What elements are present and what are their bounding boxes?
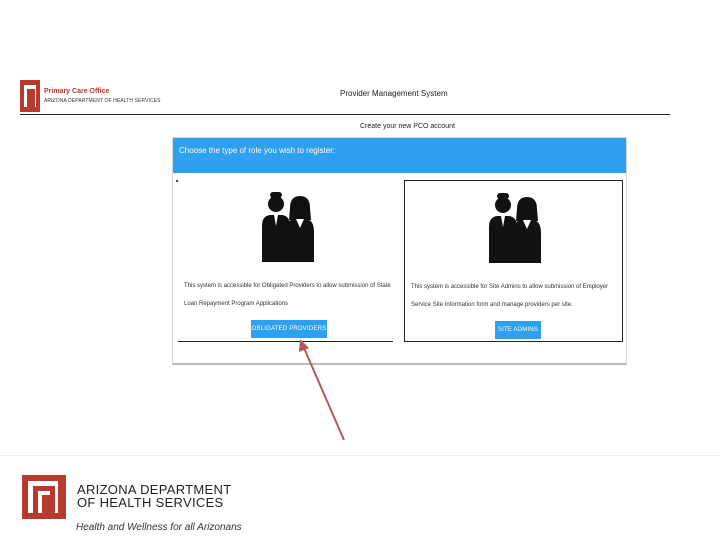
people-icon: [485, 187, 543, 263]
obligated-providers-button[interactable]: OBLIGATED PROVIDERS: [251, 320, 327, 338]
adhs-tagline: Health and Wellness for all Arizonans: [76, 522, 242, 533]
pco-logo: Primary Care Office ARIZONA DEPARTMENT O…: [20, 80, 161, 112]
card-description: This system is accessible for Site Admin…: [411, 284, 609, 308]
pco-logo-title: Primary Care Office: [44, 88, 110, 95]
adhs-logo-icon: [22, 475, 68, 521]
header-divider: [20, 114, 670, 115]
adhs-logo-text: ARIZONA DEPARTMENT OF HEALTH SERVICES: [77, 482, 232, 510]
people-icon: [258, 186, 316, 262]
card-description: This system is accessible for Obligated …: [184, 283, 391, 307]
panel-header: Choose the type of role you wish to regi…: [173, 138, 626, 173]
pco-logo-subtitle: ARIZONA DEPARTMENT OF HEALTH SERVICES: [44, 98, 161, 104]
role-card-obligated-providers: This system is accessible for Obligated …: [178, 180, 393, 342]
role-card-site-admins: This system is accessible for Site Admin…: [404, 180, 623, 342]
app-title: Provider Management System: [340, 89, 448, 98]
site-admins-button[interactable]: SITE ADMINS: [495, 321, 541, 339]
pco-logo-icon: [20, 80, 40, 112]
panel-header-text: Choose the type of role you wish to regi…: [179, 146, 336, 155]
page-subtitle: Create your new PCO account: [360, 123, 455, 130]
